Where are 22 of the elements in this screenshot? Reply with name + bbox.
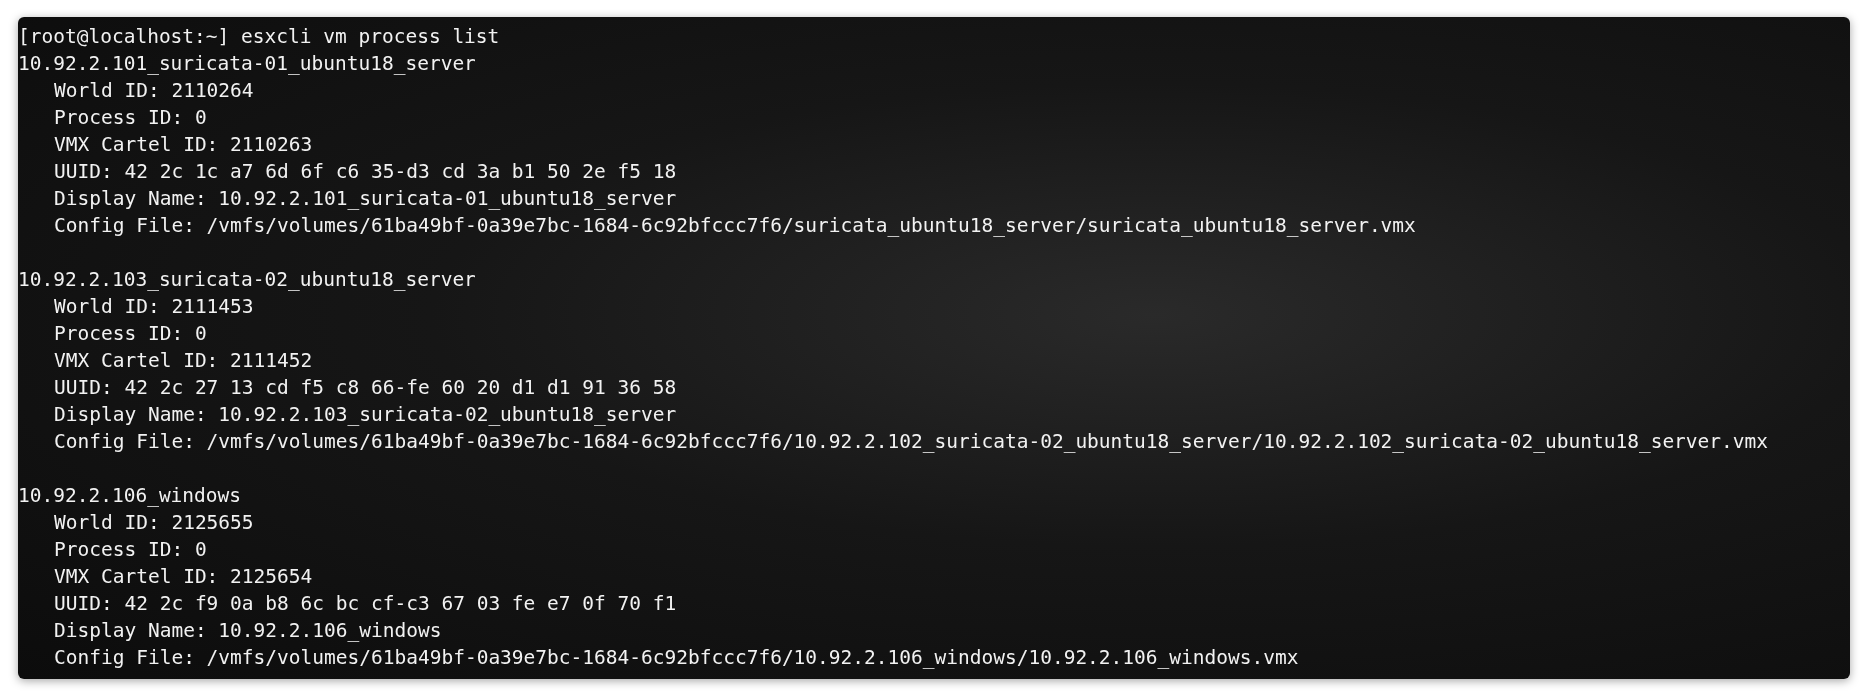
vm-property: VMX Cartel ID: 2111452 xyxy=(54,348,313,374)
vm-property: Config File: /vmfs/volumes/61ba49bf-0a39e7bc-1684-6c92bfccc7f6/10.92.2.106_windows/10.92.2.106_windows.vmx xyxy=(54,645,1299,671)
vm-property: VMX Cartel ID: 2110263 xyxy=(54,132,313,158)
vm-property: UUID: 42 2c f9 0a b8 6c bc cf-c3 67 03 fe e7 0f 70 f1 xyxy=(54,591,677,617)
vm-property: World ID: 2110264 xyxy=(54,78,254,104)
vm-property: Display Name: 10.92.2.106_windows xyxy=(54,618,442,644)
vm-name: 10.92.2.101_suricata-01_ubuntu18_server xyxy=(18,51,476,77)
vm-property: Process ID: 0 xyxy=(54,321,207,347)
vm-property: UUID: 42 2c 27 13 cd f5 c8 66-fe 60 20 d1 d1 91 36 58 xyxy=(54,375,677,401)
vm-property: World ID: 2111453 xyxy=(54,294,254,320)
vm-property: World ID: 2125655 xyxy=(54,510,254,536)
vm-property: Display Name: 10.92.2.101_suricata-01_ubuntu18_server xyxy=(54,186,677,212)
vm-property: Display Name: 10.92.2.103_suricata-02_ubuntu18_server xyxy=(54,402,677,428)
vm-name: 10.92.2.106_windows xyxy=(18,483,242,509)
vm-name: 10.92.2.103_suricata-02_ubuntu18_server xyxy=(18,267,476,293)
vm-property: Config File: /vmfs/volumes/61ba49bf-0a39e7bc-1684-6c92bfccc7f6/10.92.2.102_suricata-02_ubuntu18_server/10.92.2.102_suricata-02_ubuntu18_server.vmx xyxy=(54,429,1769,455)
vm-property: VMX Cartel ID: 2125654 xyxy=(54,564,313,590)
vm-property: Process ID: 0 xyxy=(54,105,207,131)
vm-property: Process ID: 0 xyxy=(54,537,207,563)
vm-property: Config File: /vmfs/volumes/61ba49bf-0a39e7bc-1684-6c92bfccc7f6/suricata_ubuntu18_server/suricata_ubuntu18_server.vmx xyxy=(54,213,1416,239)
command-line: [root@localhost:~] esxcli vm process list xyxy=(18,24,500,50)
vm-property: UUID: 42 2c 1c a7 6d 6f c6 35-d3 cd 3a b1 50 2e f5 18 xyxy=(54,159,677,185)
